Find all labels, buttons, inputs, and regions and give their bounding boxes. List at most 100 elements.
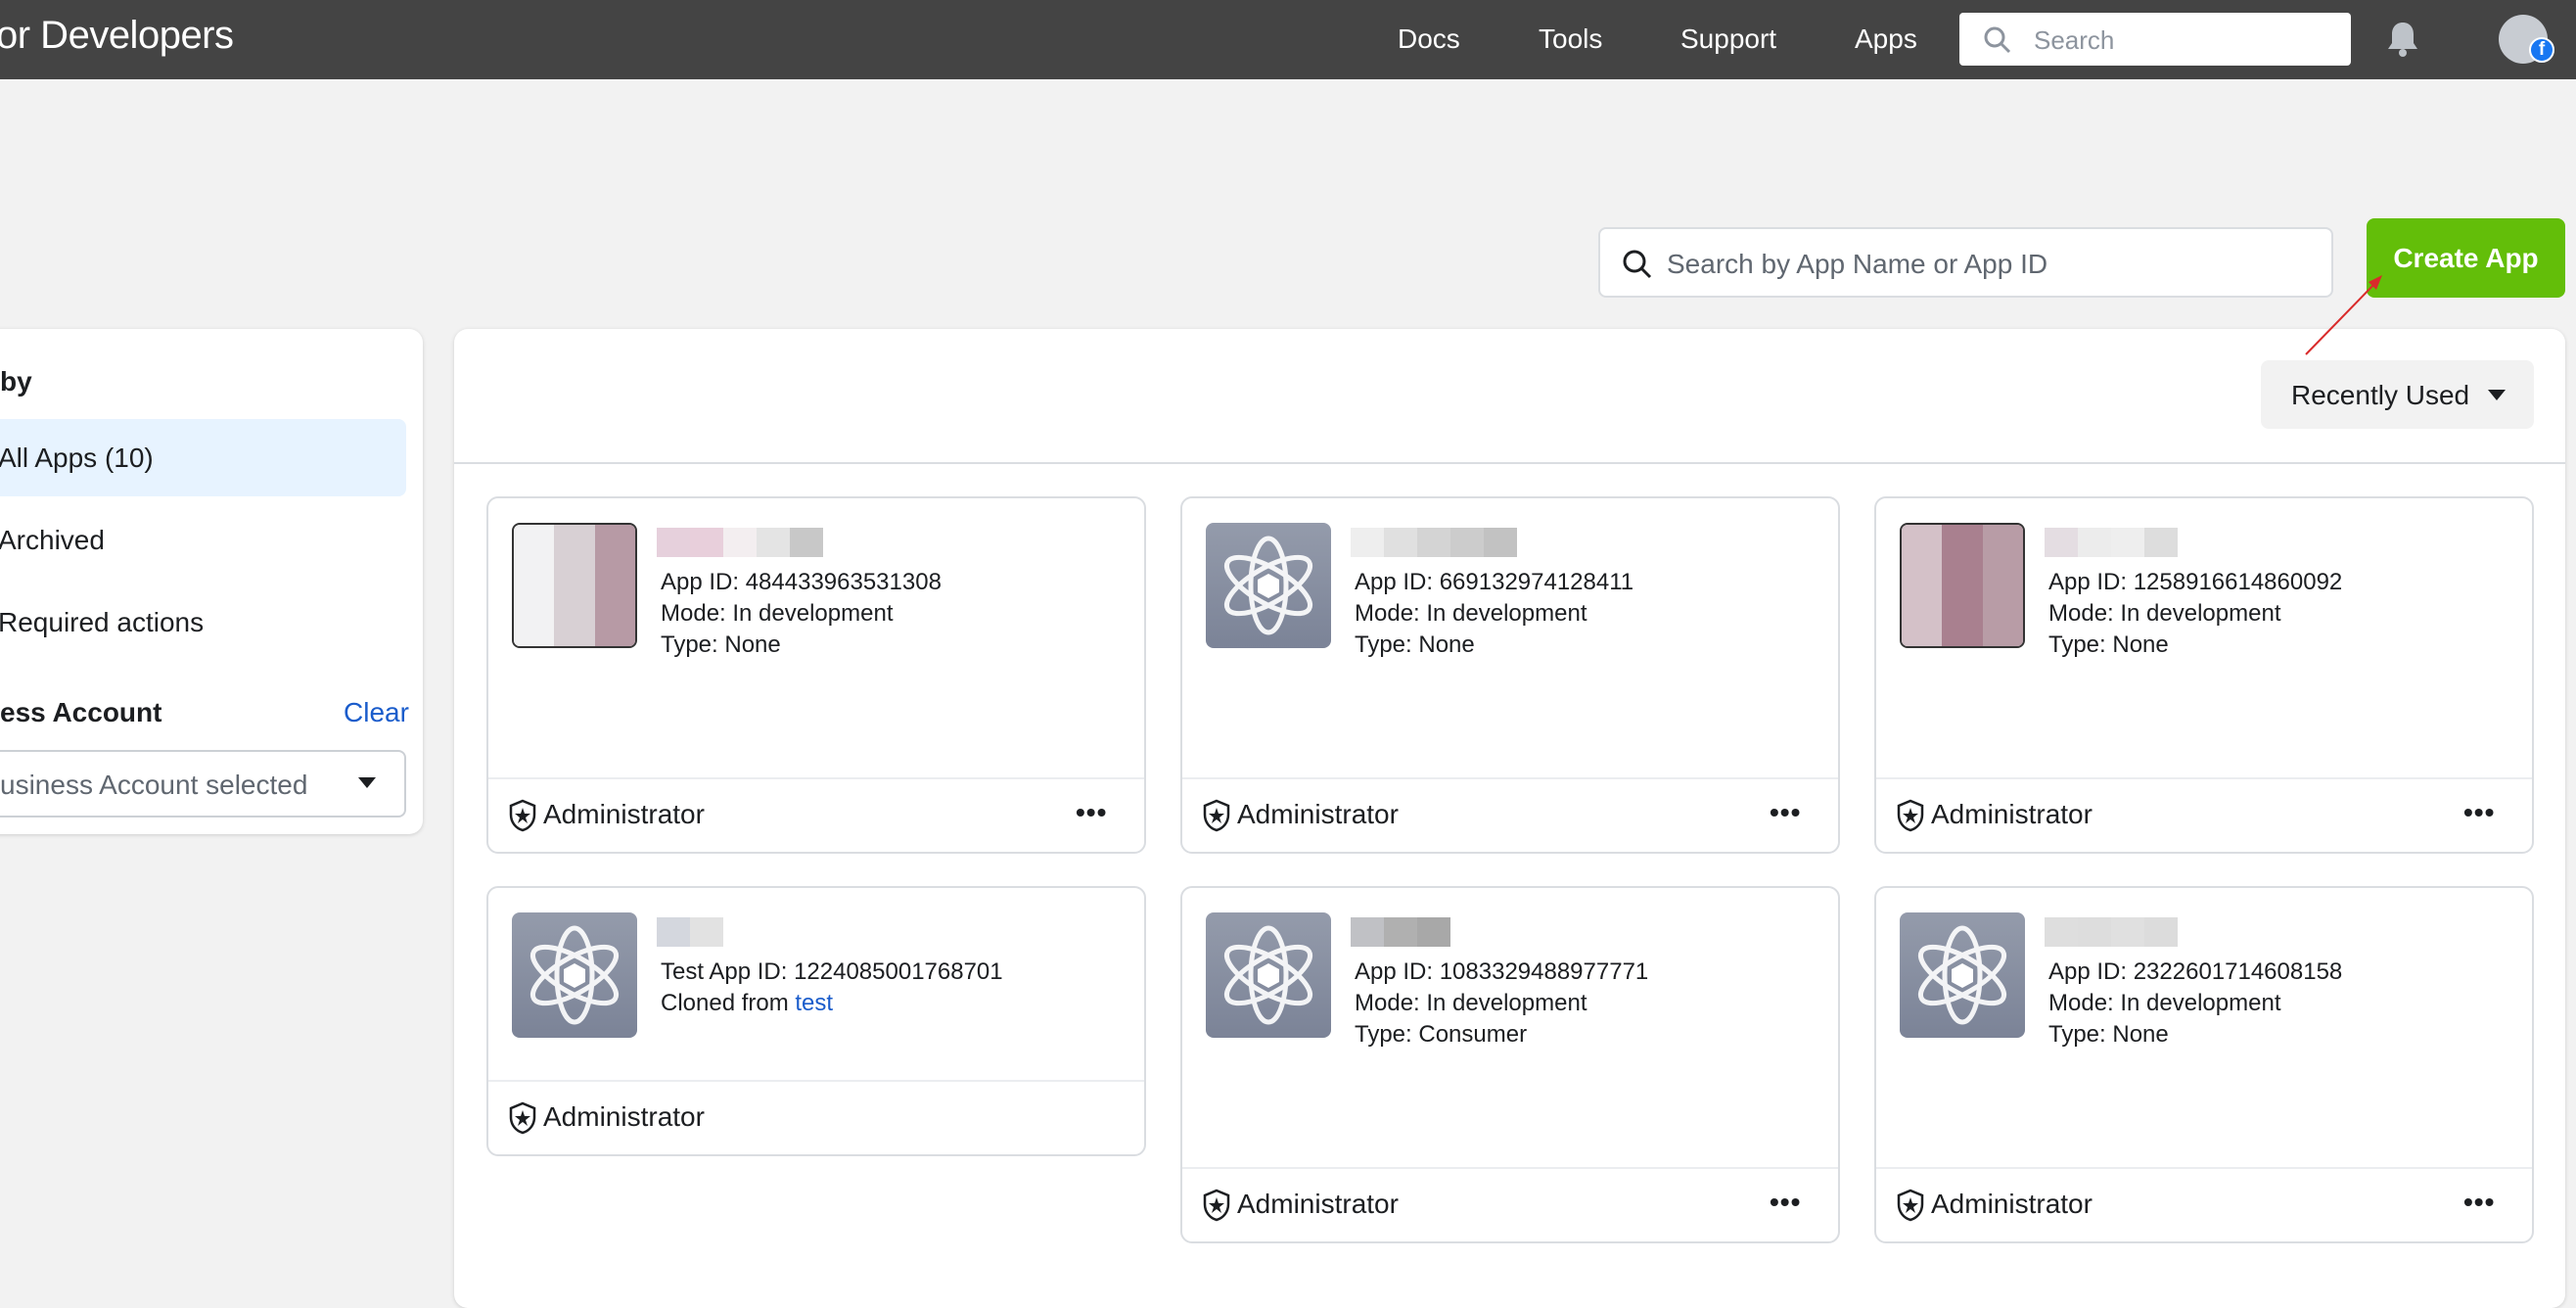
app-icon-image[interactable] — [512, 523, 637, 648]
app-name-redacted[interactable] — [2045, 917, 2178, 947]
app-details: App ID: 2322601714608158 Mode: In develop… — [2048, 957, 2342, 1051]
app-type: Type: None — [2048, 631, 2169, 658]
app-name-redacted[interactable] — [657, 528, 823, 557]
nav-tools[interactable]: Tools — [1539, 23, 1602, 55]
app-name-redacted[interactable] — [1351, 528, 1517, 557]
app-id: App ID: 1258916614860092 — [2048, 569, 2343, 595]
global-search-input[interactable]: Search — [1959, 13, 2351, 66]
nav-docs[interactable]: Docs — [1398, 23, 1460, 55]
app-card[interactable]: Test App ID: 1224085001768701 Cloned from… — [486, 886, 1146, 1156]
admin-shield-icon — [509, 799, 536, 832]
app-card[interactable]: App ID: 1083329488977771 Mode: In develop… — [1180, 886, 1840, 1243]
app-icon[interactable] — [1206, 523, 1331, 648]
app-name-redacted[interactable] — [2045, 528, 2178, 557]
admin-shield-icon — [1897, 799, 1924, 832]
app-type: Type: None — [1355, 631, 1475, 658]
app-card[interactable]: App ID: 484433963531308 Mode: In developm… — [486, 496, 1146, 854]
create-app-button[interactable]: Create App — [2367, 218, 2565, 298]
atom-icon — [529, 925, 620, 1025]
facebook-badge-icon: f — [2529, 37, 2554, 63]
business-account-title: ess Account — [0, 697, 162, 727]
search-icon — [1984, 26, 2011, 54]
more-options-icon[interactable]: ••• — [2463, 797, 2495, 828]
app-card[interactable]: App ID: 1258916614860092 Mode: In develop… — [1874, 496, 2534, 854]
more-options-icon[interactable]: ••• — [1770, 1187, 1801, 1218]
admin-shield-icon — [1897, 1189, 1924, 1222]
app-type: Type: None — [661, 631, 781, 658]
card-footer: Administrator ••• — [1876, 1167, 2532, 1241]
caret-down-icon — [2488, 390, 2506, 400]
top-navbar: or Developers Docs Tools Support Apps Se… — [0, 0, 2576, 79]
role-label: Administrator — [543, 799, 705, 829]
app-mode: Mode: In development — [1355, 990, 1587, 1016]
card-footer: Administrator ••• — [1876, 777, 2532, 852]
search-placeholder: Search — [2034, 25, 2115, 55]
caret-down-icon — [358, 777, 376, 788]
annotation-arrow-icon — [2305, 275, 2382, 355]
app-details: Test App ID: 1224085001768701 Cloned from… — [661, 957, 1003, 1019]
filter-sidebar: by All Apps (10) Archived Required actio… — [0, 329, 423, 834]
role-label: Administrator — [1931, 1189, 2093, 1219]
more-options-icon[interactable]: ••• — [2463, 1187, 2495, 1218]
role-label: Administrator — [1237, 799, 1399, 829]
admin-shield-icon — [1203, 799, 1230, 832]
atom-icon — [1917, 925, 2007, 1025]
app-mode: Mode: In development — [2048, 600, 2281, 627]
app-id: Test App ID: 1224085001768701 — [661, 958, 1003, 985]
app-type: Type: Consumer — [1355, 1021, 1528, 1048]
app-icon[interactable] — [512, 912, 637, 1038]
app-id: App ID: 1083329488977771 — [1355, 958, 1649, 985]
sort-label: Recently Used — [2291, 380, 2470, 410]
role-label: Administrator — [1931, 799, 2093, 829]
app-id: App ID: 484433963531308 — [661, 569, 942, 595]
cloned-source-link[interactable]: test — [795, 990, 833, 1016]
app-icon-image[interactable] — [1900, 523, 2025, 648]
clear-link[interactable]: Clear — [344, 697, 409, 728]
app-icon[interactable] — [1206, 912, 1331, 1038]
business-account-select[interactable]: usiness Account selected — [0, 750, 406, 818]
role-label: Administrator — [543, 1101, 705, 1132]
cloned-label: Cloned from — [661, 990, 796, 1016]
app-mode: Mode: In development — [2048, 990, 2281, 1016]
divider — [454, 462, 2565, 464]
atom-icon — [1223, 925, 1313, 1025]
search-icon — [1623, 250, 1652, 279]
app-name-redacted[interactable] — [657, 917, 723, 947]
card-footer: Administrator ••• — [1182, 1167, 1838, 1241]
more-options-icon[interactable]: ••• — [1770, 797, 1801, 828]
app-mode: Mode: In development — [661, 600, 894, 627]
app-search-placeholder: Search by App Name or App ID — [1667, 249, 2048, 279]
app-details: App ID: 669132974128411 Mode: In developm… — [1355, 567, 1633, 661]
app-type: Type: None — [2048, 1021, 2169, 1048]
app-search-input[interactable]: Search by App Name or App ID — [1598, 227, 2333, 298]
card-footer: Administrator ••• — [488, 777, 1144, 852]
card-footer: Administrator ••• — [1182, 777, 1838, 852]
sort-dropdown[interactable]: Recently Used — [2261, 360, 2534, 429]
app-id: App ID: 669132974128411 — [1355, 569, 1634, 595]
app-details: App ID: 1083329488977771 Mode: In develop… — [1355, 957, 1648, 1051]
app-mode: Mode: In development — [1355, 600, 1587, 627]
app-icon[interactable] — [1900, 912, 2025, 1038]
cloned-from: Cloned from test — [661, 988, 1003, 1019]
sidebar-item-archived[interactable]: Archived — [0, 525, 105, 556]
app-details: App ID: 484433963531308 Mode: In developm… — [661, 567, 942, 661]
admin-shield-icon — [1203, 1189, 1230, 1222]
nav-apps[interactable]: Apps — [1855, 23, 1917, 55]
app-id: App ID: 2322601714608158 — [2048, 958, 2343, 985]
app-card[interactable]: App ID: 2322601714608158 Mode: In develop… — [1874, 886, 2534, 1243]
more-options-icon[interactable]: ••• — [1076, 797, 1107, 828]
select-value: usiness Account selected — [0, 770, 308, 800]
filter-title: by — [0, 366, 32, 397]
atom-icon — [1223, 536, 1313, 635]
bell-icon[interactable] — [2384, 20, 2421, 59]
brand-logo[interactable]: or Developers — [0, 14, 234, 58]
sidebar-item-required-actions[interactable]: Required actions — [0, 607, 204, 638]
nav-support[interactable]: Support — [1680, 23, 1776, 55]
app-details: App ID: 1258916614860092 Mode: In develop… — [2048, 567, 2342, 661]
app-name-redacted[interactable] — [1351, 917, 1450, 947]
admin-shield-icon — [509, 1101, 536, 1135]
app-card[interactable]: App ID: 669132974128411 Mode: In developm… — [1180, 496, 1840, 854]
sidebar-item-label: All Apps (10) — [0, 443, 154, 473]
role-label: Administrator — [1237, 1189, 1399, 1219]
sidebar-item-all-apps[interactable]: All Apps (10) — [0, 419, 406, 496]
